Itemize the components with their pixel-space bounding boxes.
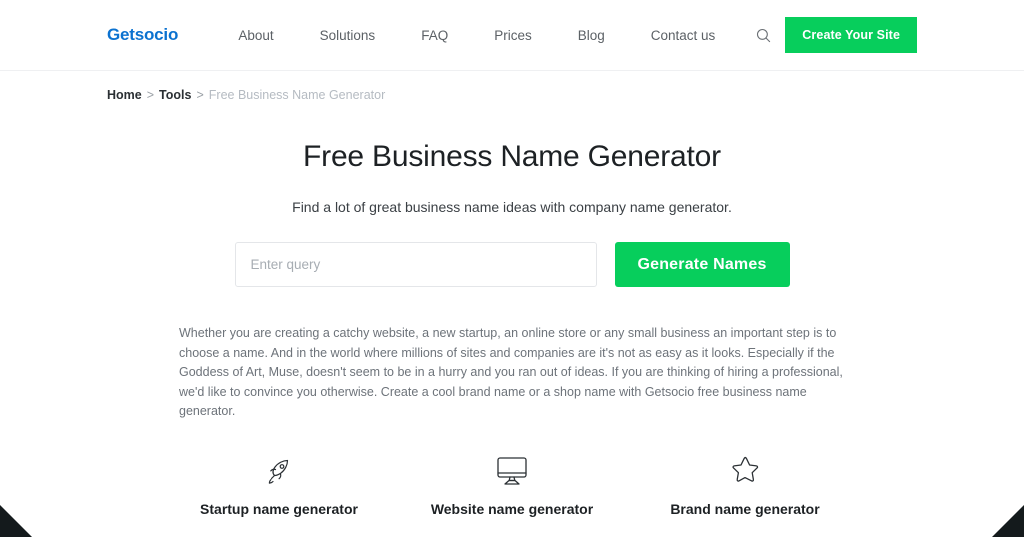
nav-item-faq[interactable]: FAQ — [398, 28, 471, 43]
feature-card-website: Website name generator The name builder … — [396, 451, 629, 537]
feature-title: Startup name generator — [200, 500, 358, 517]
feature-text: The application helps to create a unique… — [637, 533, 854, 537]
nav-item-blog[interactable]: Blog — [555, 28, 628, 43]
feature-card-startup: Startup name generator Our cool name gen… — [163, 451, 396, 537]
feature-text: The name builder gives you a pretty good… — [404, 533, 621, 537]
search-icon[interactable] — [738, 28, 785, 43]
intro-paragraph: Whether you are creating a catchy websit… — [179, 326, 843, 418]
breadcrumb-item-current: Free Business Name Generator — [208, 88, 386, 102]
generate-names-button[interactable]: Generate Names — [614, 242, 790, 287]
nav-item-contact-us[interactable]: Contact us — [628, 28, 739, 43]
site-logo[interactable]: Getsocio — [107, 25, 178, 45]
breadcrumb: Home > Tools > Free Business Name Genera… — [0, 71, 1024, 102]
feature-text: Our cool name generator never gets tired… — [171, 533, 388, 537]
rocket-icon — [171, 451, 388, 491]
site-header: Getsocio About Solutions FAQ Prices Blog… — [0, 0, 1024, 71]
breadcrumb-item-home[interactable]: Home — [107, 88, 142, 102]
generator-form: Generate Names — [0, 242, 1024, 287]
feature-list: Startup name generator Our cool name gen… — [0, 451, 1024, 537]
feature-title: Website name generator — [430, 500, 594, 517]
query-input[interactable] — [234, 242, 597, 287]
star-icon — [637, 451, 854, 491]
page-subtitle: Find a lot of great business name ideas … — [292, 199, 732, 215]
hero-section: Free Business Name Generator Find a lot … — [0, 102, 1024, 287]
breadcrumb-separator: > — [146, 88, 155, 102]
create-your-site-button[interactable]: Create Your Site — [785, 17, 917, 53]
corner-decoration-bottom-left — [0, 505, 32, 537]
breadcrumb-separator: > — [196, 88, 204, 102]
main-navigation: About Solutions FAQ Prices Blog Contact … — [215, 17, 917, 53]
nav-item-prices[interactable]: Prices — [471, 28, 555, 43]
feature-title: Brand name generator — [670, 500, 820, 517]
feature-card-brand: Brand name generator The application hel… — [629, 451, 862, 537]
breadcrumb-item-tools[interactable]: Tools — [159, 88, 191, 102]
nav-item-solutions[interactable]: Solutions — [297, 28, 399, 43]
corner-decoration-bottom-right — [992, 505, 1024, 537]
monitor-icon — [404, 451, 621, 491]
nav-item-about[interactable]: About — [215, 28, 296, 43]
page-title: Free Business Name Generator — [303, 140, 721, 173]
